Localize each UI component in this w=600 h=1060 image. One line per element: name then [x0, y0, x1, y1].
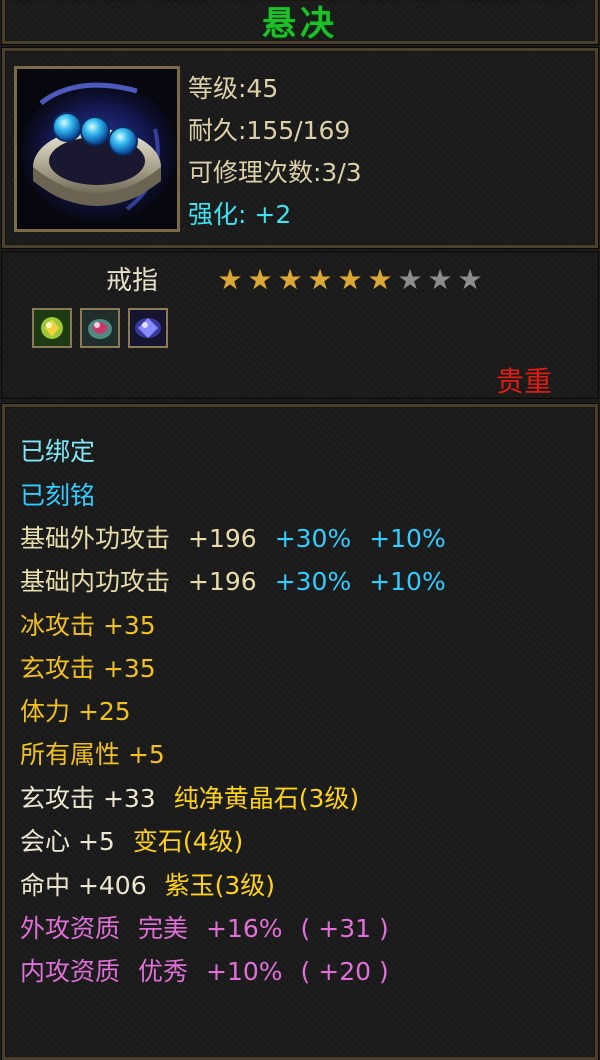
int-attack-bonus2: +10%	[369, 567, 446, 596]
ice-attack-line: 冰攻击 +35	[20, 611, 156, 640]
item-stats: 等级:45 耐久:155/169 可修理次数:3/3 强化: +2	[188, 68, 362, 236]
stamina-line: 体力 +25	[20, 697, 131, 726]
gem1-line: 玄攻击 +33 纯净黄晶石(3级)	[20, 777, 377, 821]
item-type: 戒指	[106, 266, 159, 296]
star-empty-icon: ★	[427, 263, 453, 296]
item-icon-frame[interactable]	[14, 66, 180, 232]
ext-quality-label: 外攻资质	[20, 914, 121, 943]
engraved-status: 已刻铭	[20, 481, 96, 510]
item-name: 悬决	[262, 4, 338, 44]
rarity-label: 贵重	[496, 365, 553, 398]
gem2-stat: 会心 +5	[20, 827, 115, 856]
gem1-name: 纯净黄晶石(3级)	[173, 784, 360, 813]
all-attributes-line: 所有属性 +5	[20, 740, 165, 769]
star-filled-icon: ★	[367, 263, 393, 296]
ext-quality-value: +16%	[206, 914, 283, 943]
int-attack-value: +196	[188, 567, 257, 596]
int-quality-label: 内攻资质	[20, 957, 121, 986]
int-attack-bonus1: +30%	[274, 567, 352, 596]
star-filled-icon: ★	[217, 263, 243, 296]
ext-quality-extra: ( +31 )	[300, 914, 389, 943]
ext-quality-line: 外攻资质 完美 +16% ( +31 )	[20, 907, 407, 951]
gem-slot-purple[interactable]	[128, 308, 168, 348]
star-empty-icon: ★	[457, 263, 483, 296]
star-filled-icon: ★	[307, 263, 333, 296]
star-filled-icon: ★	[277, 263, 303, 296]
mystic-attack-line: 玄攻击 +35	[20, 654, 156, 683]
item-tooltip: 悬决 等级:45 耐久:155/169 可修理次数:3/3 强化: +2 戒指 …	[0, 0, 600, 1060]
gem2-line: 会心 +5 变石(4级)	[20, 820, 261, 864]
gem-slot-yellow[interactable]	[32, 308, 72, 348]
repair-count-stat: 可修理次数:3/3	[188, 158, 362, 187]
ext-attack-value: +196	[188, 524, 257, 553]
gem1-stat: 玄攻击 +33	[20, 784, 156, 813]
int-quality-value: +10%	[206, 957, 283, 986]
ext-quality-grade: 完美	[138, 914, 189, 943]
level-stat: 等级:45	[188, 74, 279, 103]
red-gem-slot-icon	[82, 310, 118, 346]
gem-slot-red[interactable]	[80, 308, 120, 348]
purple-gem-slot-icon	[130, 310, 166, 346]
gem3-name: 紫玉(3级)	[164, 871, 276, 900]
int-attack-line: 基础内功攻击 +196 +30% +10%	[20, 560, 464, 604]
ext-attack-label: 基础外功攻击	[20, 524, 171, 553]
ring-with-blue-gems-icon	[17, 69, 177, 229]
star-empty-icon: ★	[397, 263, 423, 296]
ext-attack-line: 基础外功攻击 +196 +30% +10%	[20, 517, 464, 561]
int-quality-line: 内攻资质 优秀 +10% ( +20 )	[20, 950, 407, 994]
enhance-stat: 强化: +2	[188, 200, 292, 229]
star-filled-icon: ★	[337, 263, 363, 296]
bound-status: 已绑定	[20, 437, 96, 466]
durability-stat: 耐久:155/169	[188, 116, 351, 145]
ext-attack-bonus1: +30%	[274, 524, 352, 553]
int-quality-grade: 优秀	[138, 957, 189, 986]
gem3-line: 命中 +406 紫玉(3级)	[20, 864, 293, 908]
star-filled-icon: ★	[247, 263, 273, 296]
int-attack-label: 基础内功攻击	[20, 567, 171, 596]
title-bar: 悬决	[2, 0, 598, 44]
int-quality-extra: ( +20 )	[300, 957, 389, 986]
yellow-gem-slot-icon	[34, 310, 70, 346]
gem2-name: 变石(4级)	[132, 827, 244, 856]
ext-attack-bonus2: +10%	[369, 524, 446, 553]
gem3-stat: 命中 +406	[20, 871, 147, 900]
